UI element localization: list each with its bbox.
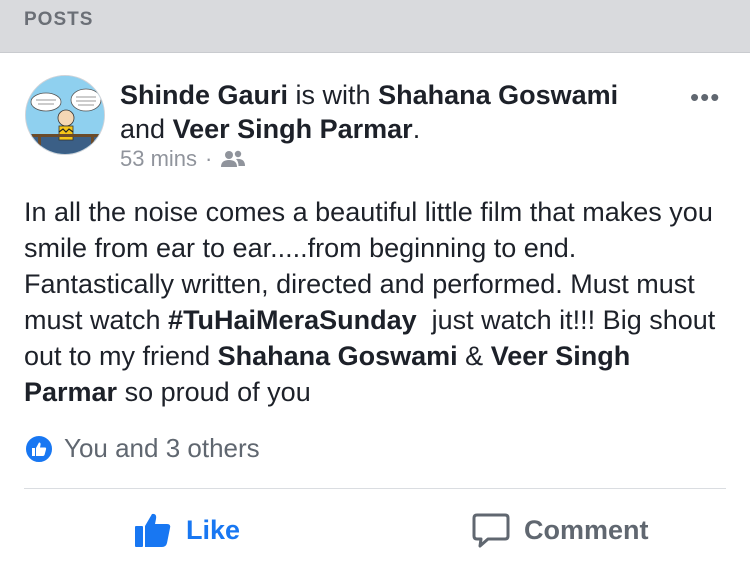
hashtag-link[interactable]: #TuHaiMeraSunday — [168, 305, 417, 335]
post-body: In all the noise comes a beautiful littl… — [24, 194, 729, 410]
tagged-friend-1[interactable]: Shahana Goswami — [378, 80, 618, 110]
post-author-line: Shinde Gauri is with Shahana Goswami and… — [120, 80, 619, 144]
meta-separator: · — [205, 146, 213, 171]
author-name[interactable]: Shinde Gauri — [120, 80, 288, 110]
avatar-cartoon-icon — [26, 76, 104, 154]
actions-divider — [24, 488, 726, 489]
comment-bubble-icon — [472, 512, 510, 548]
posts-header: POSTS — [0, 0, 750, 53]
like-button[interactable]: Like — [134, 506, 240, 554]
more-options-button[interactable]: ••• — [690, 82, 720, 113]
mention-1-link[interactable]: Shahana Goswami — [218, 341, 458, 371]
reactions-text: You and 3 others — [64, 433, 260, 463]
post-body-text-4: so proud of you — [117, 377, 311, 407]
post-body-text-3: & — [457, 341, 491, 371]
comment-button[interactable]: Comment — [472, 506, 649, 554]
reactions-summary[interactable]: You and 3 others — [24, 433, 260, 464]
period-text: . — [412, 114, 421, 144]
author-avatar[interactable] — [25, 75, 105, 155]
comment-label: Comment — [524, 514, 649, 545]
like-label: Like — [186, 514, 241, 545]
tagged-friend-2[interactable]: Veer Singh Parmar — [173, 114, 413, 144]
thumbs-up-icon — [134, 512, 172, 548]
like-icon — [24, 433, 54, 464]
friends-icon[interactable] — [220, 149, 246, 169]
post-timestamp[interactable]: 53 mins — [120, 146, 197, 172]
posts-header-title: POSTS — [24, 9, 94, 30]
post-meta: 53 mins · — [120, 146, 246, 172]
with-text: is with — [288, 80, 379, 110]
